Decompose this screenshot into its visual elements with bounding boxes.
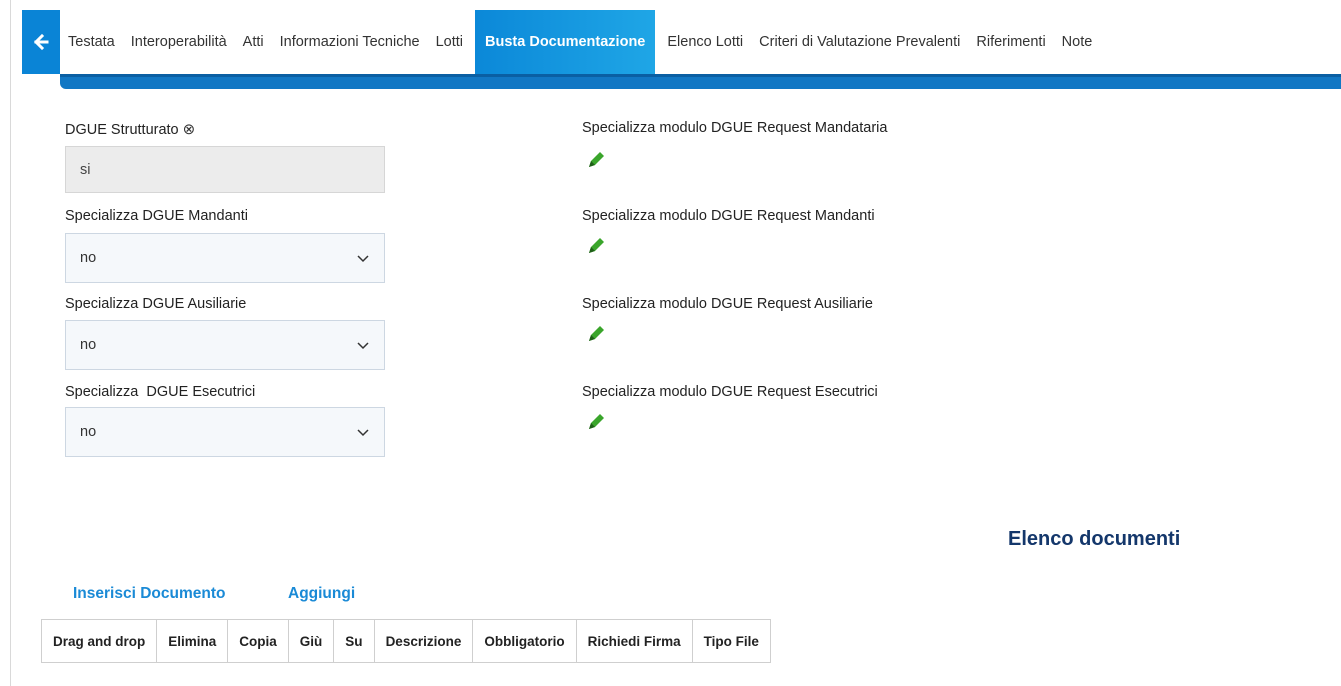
pencil-icon[interactable] (586, 412, 606, 432)
column-header-drag-and-drop[interactable]: Drag and drop (40, 619, 158, 663)
esecutrici-select[interactable]: no (65, 407, 385, 457)
tab-atti[interactable]: Atti (235, 10, 272, 74)
column-header-obbligatorio[interactable]: Obbligatorio (472, 619, 577, 663)
inserisci-documento-button[interactable]: Inserisci Documento (73, 585, 225, 603)
pencil-icon[interactable] (586, 236, 606, 256)
dgue-strutturato-field: si (65, 146, 385, 193)
ausiliarie-label: Specializza DGUE Ausiliarie (65, 296, 247, 312)
tab-lotti[interactable]: Lotti (428, 10, 471, 74)
tab-riferimenti[interactable]: Riferimenti (968, 10, 1053, 74)
mandanti-select-value: no (80, 250, 97, 266)
tabs: Testata Interoperabilità Atti Informazio… (60, 10, 1100, 74)
tab-informazioni-tecniche[interactable]: Informazioni Tecniche (272, 10, 428, 74)
column-header-descrizione[interactable]: Descrizione (373, 619, 474, 663)
esecutrici-select-value: no (80, 424, 97, 440)
modulo-ausiliarie-label: Specializza modulo DGUE Request Ausiliar… (582, 296, 873, 312)
chevron-down-icon (357, 429, 369, 437)
tab-elenco-lotti[interactable]: Elenco Lotti (659, 10, 751, 74)
arrow-left-icon (33, 34, 49, 50)
tab-note[interactable]: Note (1054, 10, 1101, 74)
column-header-copia[interactable]: Copia (227, 619, 289, 663)
esecutrici-label: Specializza DGUE Esecutrici (65, 384, 256, 400)
modulo-mandanti-label: Specializza modulo DGUE Request Mandanti (582, 208, 875, 224)
pencil-icon[interactable] (586, 150, 606, 170)
tab-busta-documentazione[interactable]: Busta Documentazione (475, 10, 656, 74)
dgue-strutturato-label: DGUE Strutturato ⊗ (65, 120, 196, 138)
tab-bar-underline (60, 74, 1341, 89)
column-header-tipo-file[interactable]: Tipo File (691, 619, 771, 663)
documents-table: Drag and drop Elimina Copia Giù Su Descr… (40, 619, 771, 663)
chevron-down-icon (357, 342, 369, 350)
circled-x-icon[interactable]: ⊗ (183, 120, 196, 138)
elenco-documenti-title: Elenco documenti (1008, 528, 1181, 550)
ausiliarie-select[interactable]: no (65, 320, 385, 370)
mandanti-select[interactable]: no (65, 233, 385, 283)
tab-criteri-valutazione[interactable]: Criteri di Valutazione Prevalenti (751, 10, 968, 74)
aggiungi-button[interactable]: Aggiungi (288, 585, 355, 603)
ausiliarie-select-value: no (80, 337, 97, 353)
pencil-icon[interactable] (586, 324, 606, 344)
tab-interoperabilita[interactable]: Interoperabilità (123, 10, 235, 74)
modulo-esecutrici-label: Specializza modulo DGUE Request Esecutri… (582, 384, 878, 400)
page-left-border (10, 0, 11, 686)
column-header-giu[interactable]: Giù (287, 619, 335, 663)
tab-bar: Testata Interoperabilità Atti Informazio… (22, 10, 1341, 89)
chevron-down-icon (357, 255, 369, 263)
documents-table-header-row: Drag and drop Elimina Copia Giù Su Descr… (40, 619, 771, 663)
modulo-mandataria-label: Specializza modulo DGUE Request Mandatar… (582, 120, 888, 136)
tab-testata[interactable]: Testata (60, 10, 123, 74)
mandanti-label: Specializza DGUE Mandanti (65, 208, 248, 224)
column-header-su[interactable]: Su (333, 619, 375, 663)
column-header-elimina[interactable]: Elimina (156, 619, 229, 663)
back-arrow-button[interactable] (22, 10, 60, 74)
column-header-richiedi-firma[interactable]: Richiedi Firma (575, 619, 693, 663)
